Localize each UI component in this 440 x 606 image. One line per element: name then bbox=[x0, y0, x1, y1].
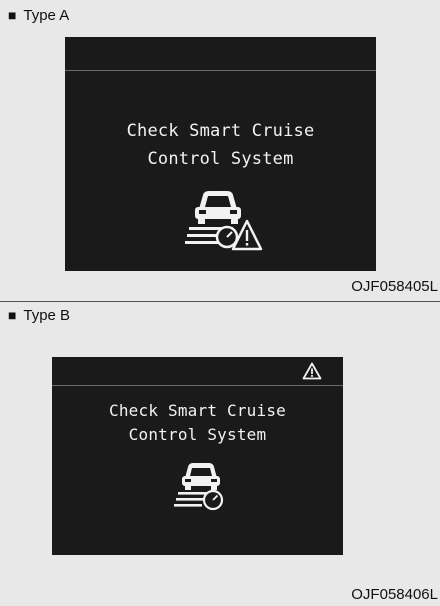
cluster-display-type-b: Check Smart Cruise Control System bbox=[52, 357, 343, 555]
warning-message-line-1: Check Smart Cruise bbox=[109, 401, 286, 420]
section-divider bbox=[0, 301, 440, 302]
scc-car-gauge-warning-icon bbox=[183, 187, 263, 260]
square-bullet-icon: ■ bbox=[8, 307, 17, 323]
section-label-type-b: ■ Type B bbox=[8, 306, 70, 325]
display-top-divider bbox=[52, 385, 343, 386]
cluster-display-type-a: Check Smart Cruise Control System bbox=[65, 37, 376, 271]
warning-message-line-1: Check Smart Cruise bbox=[126, 121, 315, 141]
figure-code-type-a: OJF058405L bbox=[351, 278, 438, 295]
warning-triangle-icon bbox=[302, 362, 322, 385]
warning-message-line-2: Control System bbox=[128, 425, 267, 444]
section-label-type-a: ■ Type A bbox=[8, 6, 69, 25]
display-top-divider bbox=[65, 70, 376, 71]
square-bullet-icon: ■ bbox=[8, 7, 17, 23]
scc-car-gauge-icon bbox=[173, 460, 231, 517]
figure-code-type-b: OJF058406L bbox=[351, 586, 438, 603]
warning-message-line-2: Control System bbox=[147, 149, 294, 169]
type-a-label: Type A bbox=[23, 7, 70, 24]
type-b-label: Type B bbox=[23, 307, 71, 324]
